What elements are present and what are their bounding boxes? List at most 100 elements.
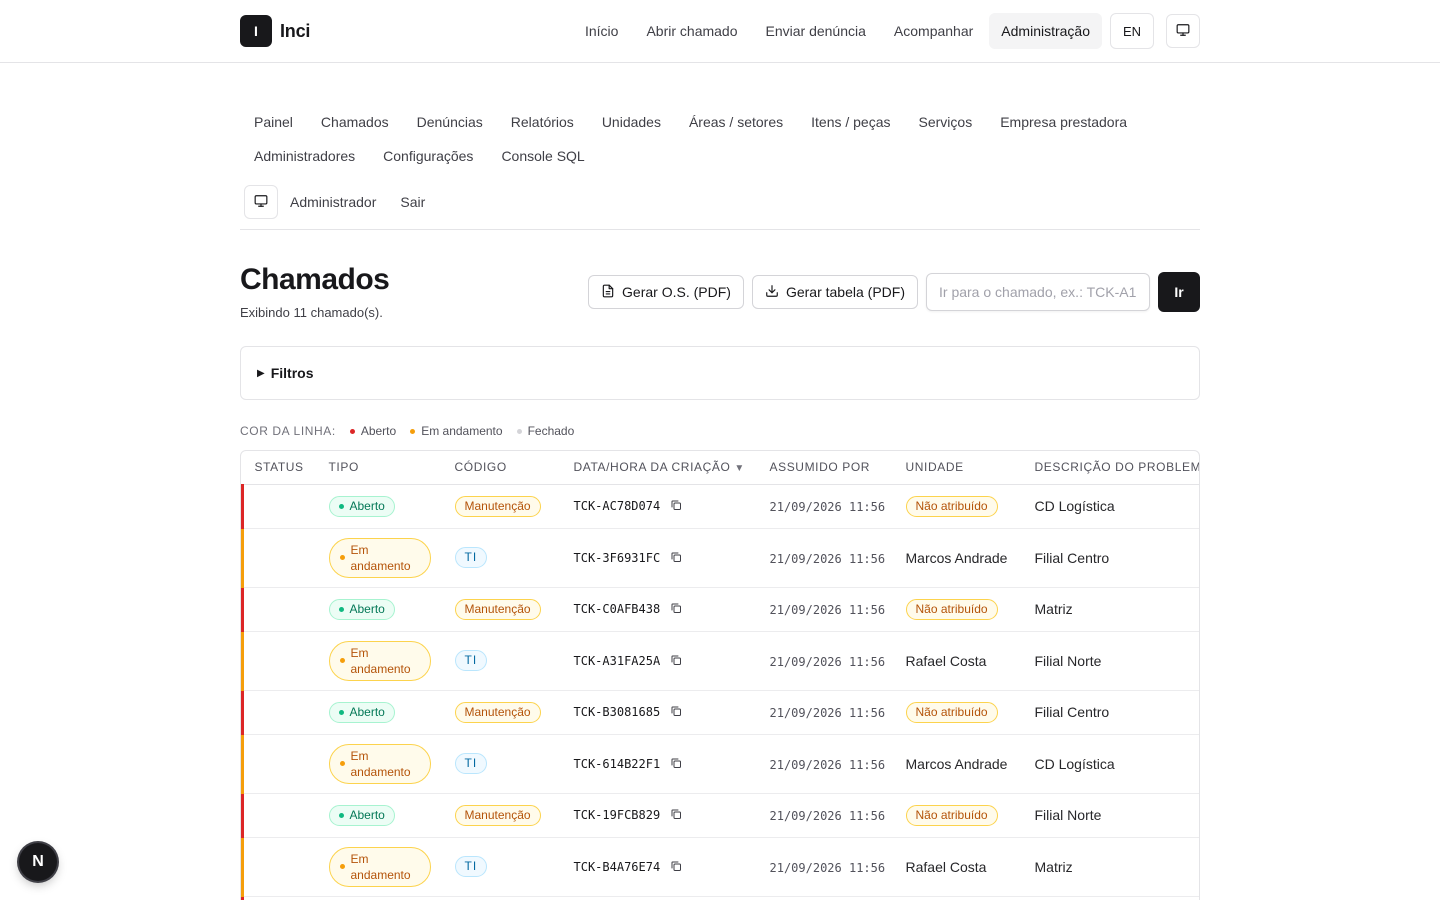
column-header-status[interactable]: STATUS: [242, 451, 317, 485]
nav-inicio[interactable]: Início: [573, 13, 630, 49]
table-row[interactable]: Aberto Manutenção TCK-19FCB829 21/09/2026 1…: [241, 793, 1199, 838]
ticket-code[interactable]: TCK-19FCB829: [574, 808, 661, 822]
copy-icon[interactable]: [670, 550, 682, 566]
cell-codigo: TCK-AC78D074: [561, 484, 758, 529]
cell-tipo: TI: [442, 528, 562, 588]
cell-unidade: Filial Centro: [1022, 528, 1199, 588]
type-badge: Manutenção: [454, 598, 541, 620]
subnav-painel[interactable]: Painel: [240, 105, 307, 139]
cell-tipo: TI: [442, 837, 562, 897]
subnav-theme-button[interactable]: [244, 185, 278, 219]
copy-icon[interactable]: [670, 756, 682, 772]
cell-assumido: Rafael Costa: [893, 631, 1023, 691]
cell-tipo: Manutenção: [442, 793, 562, 838]
theme-toggle-button[interactable]: [1166, 14, 1200, 48]
goto-ticket-input[interactable]: [926, 273, 1150, 311]
page-header: Chamados Exibindo 11 chamado(s). Gerar O…: [240, 230, 1200, 320]
logout-link[interactable]: Sair: [388, 194, 437, 210]
nav-acompanhar[interactable]: Acompanhar: [882, 13, 985, 49]
status-badge: Aberto: [328, 701, 395, 723]
cell-unidade: [1022, 896, 1199, 900]
cell-tipo: Manutenção: [442, 690, 562, 735]
nav-abrir-chamado[interactable]: Abrir chamado: [634, 13, 749, 49]
ticket-code[interactable]: TCK-AC78D074: [574, 499, 661, 513]
column-header-unidade[interactable]: UNIDADE: [893, 451, 1023, 485]
ticket-code[interactable]: TCK-614B22F1: [574, 757, 661, 771]
column-header-data[interactable]: DATA/HORA DA CRIAÇÃO ▼: [561, 451, 758, 485]
table-row[interactable]: Em andamento TI TCK-614B22F1 21/09/2026 11:…: [241, 734, 1199, 794]
status-dot: [338, 812, 344, 818]
column-header-codigo[interactable]: CÓDIGO: [442, 451, 562, 485]
tickets-table-container[interactable]: STATUS TIPO CÓDIGO DATA/HORA DA CRIAÇÃO ▼…: [240, 450, 1200, 900]
ticket-code[interactable]: TCK-B3081685: [574, 705, 661, 719]
table-row[interactable]: Em andamento TI TCK-3F6931FC 21/09/2026 11:…: [241, 528, 1199, 588]
type-badge: TI: [454, 547, 488, 568]
cell-assumido: Marcos Andrade: [893, 528, 1023, 588]
status-badge: Aberto: [328, 495, 395, 517]
copy-icon[interactable]: [670, 601, 682, 617]
table-row[interactable]: Aberto Manutenção TCK-AC78D074 21/09/2026 1…: [241, 484, 1199, 529]
cell-tipo: Manutenção: [442, 484, 562, 529]
table-row[interactable]: Em andamento TI TCK-A31FA25A 21/09/2026 11:…: [241, 631, 1199, 691]
cell-codigo: TCK-B4A76E74: [561, 837, 758, 897]
cell-status: Aberto: [316, 690, 443, 735]
column-header-descricao[interactable]: DESCRIÇÃO DO PROBLEMA: [1022, 451, 1199, 485]
type-badge: TI: [454, 753, 488, 774]
subnav-chamados[interactable]: Chamados: [307, 105, 403, 139]
ticket-code[interactable]: TCK-A31FA25A: [574, 654, 661, 668]
sort-desc-icon: ▼: [734, 463, 745, 475]
monitor-icon: [254, 194, 268, 211]
subnav-itens-pecas[interactable]: Itens / peças: [797, 105, 904, 139]
language-toggle-button[interactable]: EN: [1110, 13, 1154, 49]
copy-icon[interactable]: [670, 704, 682, 720]
logo-text: Inci: [280, 20, 311, 41]
column-header-tipo[interactable]: TIPO: [316, 451, 443, 485]
nav-enviar-denuncia[interactable]: Enviar denúncia: [754, 13, 878, 49]
copy-icon[interactable]: [670, 653, 682, 669]
table-row[interactable]: Aberto Manutenção TCK-B3081685 21/09/2026 1…: [241, 690, 1199, 735]
generate-os-pdf-button[interactable]: Gerar O.S. (PDF): [588, 275, 744, 309]
goto-ticket-button[interactable]: Ir: [1158, 272, 1200, 312]
ticket-code[interactable]: TCK-B4A76E74: [574, 860, 661, 874]
status-badge: Aberto: [328, 598, 395, 620]
legend-dot-open: [349, 428, 355, 434]
type-badge: Manutenção: [454, 701, 541, 723]
table-row[interactable]: Aberto: [241, 896, 1199, 900]
subnav-configuracoes[interactable]: Configurações: [369, 139, 487, 173]
unit-name: Matriz: [1034, 601, 1073, 617]
column-header-assumido[interactable]: ASSUMIDO POR: [757, 451, 894, 485]
copy-icon[interactable]: [670, 807, 682, 823]
subnav-console-sql[interactable]: Console SQL: [487, 139, 598, 173]
admin-subnav-links: Painel Chamados Denúncias Relatórios Uni…: [240, 105, 1200, 173]
copy-icon[interactable]: [670, 498, 682, 514]
table-row[interactable]: Aberto Manutenção TCK-C0AFB438 21/09/2026 1…: [241, 587, 1199, 632]
cell-empty: [241, 587, 317, 632]
generate-table-pdf-button[interactable]: Gerar tabela (PDF): [751, 275, 918, 309]
cell-data: 21/09/2026 11:56: [757, 587, 894, 632]
subnav-unidades[interactable]: Unidades: [588, 105, 675, 139]
dev-tools-button[interactable]: N: [19, 843, 57, 881]
main-content: Chamados Exibindo 11 chamado(s). Gerar O…: [240, 230, 1200, 900]
nav-administracao[interactable]: Administração: [989, 13, 1102, 49]
subnav-empresa-prestadora[interactable]: Empresa prestadora: [986, 105, 1141, 139]
type-badge: TI: [454, 650, 488, 671]
table-row[interactable]: Em andamento TI TCK-B4A76E74 21/09/2026 11:…: [241, 837, 1199, 897]
legend-text-closed: Fechado: [527, 424, 575, 438]
subnav-servicos[interactable]: Serviços: [905, 105, 987, 139]
subnav-relatorios[interactable]: Relatórios: [497, 105, 588, 139]
ticket-code[interactable]: TCK-3F6931FC: [574, 551, 661, 565]
copy-icon[interactable]: [670, 859, 682, 875]
assignee-name: Rafael Costa: [905, 652, 987, 669]
subnav-administradores[interactable]: Administradores: [240, 139, 369, 173]
subnav-denuncias[interactable]: Denúncias: [403, 105, 497, 139]
tickets-table: STATUS TIPO CÓDIGO DATA/HORA DA CRIAÇÃO ▼…: [241, 451, 1199, 900]
logo[interactable]: I Inci: [240, 15, 310, 47]
created-datetime: 21/09/2026 11:56: [769, 654, 886, 669]
cell-codigo: TCK-19FCB829: [561, 793, 758, 838]
admin-user-link[interactable]: Administrador: [278, 194, 388, 210]
unassigned-badge: Não atribuído: [905, 701, 998, 723]
filters-toggle[interactable]: ▶ Filtros: [240, 346, 1200, 400]
ticket-code[interactable]: TCK-C0AFB438: [574, 602, 661, 616]
created-datetime: 21/09/2026 11:56: [769, 603, 886, 617]
subnav-areas-setores[interactable]: Áreas / setores: [675, 105, 797, 139]
